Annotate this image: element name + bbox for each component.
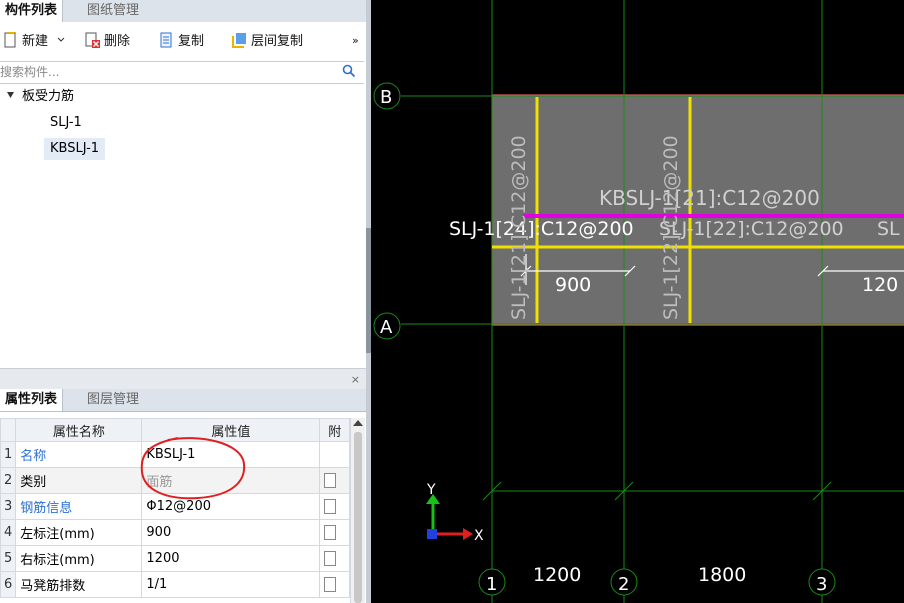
left-panel: 构件列表 图纸管理 新建 删除 复制 层间复制 » 板受力筋 SLJ-1 KBS… bbox=[0, 0, 366, 603]
property-name: 名称 bbox=[15, 441, 143, 468]
property-attach bbox=[319, 467, 350, 494]
axis-label-1: 1 bbox=[486, 574, 497, 595]
slab-region[interactable] bbox=[492, 95, 904, 325]
search-input[interactable] bbox=[0, 62, 330, 82]
attach-checkbox[interactable] bbox=[324, 499, 337, 514]
rebar-label-vertical-mid[interactable]: SLJ-1[22]:C12@200 bbox=[660, 135, 682, 320]
tab-layer-management[interactable]: 图层管理 bbox=[82, 389, 144, 411]
row-number: 5 bbox=[0, 545, 17, 572]
row-number: 3 bbox=[0, 493, 17, 520]
column-header-name: 属性名称 bbox=[15, 418, 143, 442]
panel-splitter[interactable]: × bbox=[0, 368, 366, 389]
row-number: 6 bbox=[0, 571, 17, 598]
property-value[interactable]: 900 bbox=[141, 519, 321, 546]
dim-label-1200-right: 120 bbox=[862, 274, 898, 296]
row-number: 2 bbox=[0, 467, 17, 494]
tree-item-slj[interactable]: SLJ-1 bbox=[44, 112, 88, 134]
tab-component-list[interactable]: 构件列表 bbox=[0, 0, 64, 22]
property-value[interactable]: 1200 bbox=[141, 545, 321, 572]
collapse-triangle-icon[interactable] bbox=[6, 90, 16, 100]
copy-label: 复制 bbox=[178, 34, 205, 49]
chevron-down-icon[interactable] bbox=[56, 35, 66, 45]
tree-item-kbslj[interactable]: KBSLJ-1 bbox=[44, 138, 106, 160]
property-name: 钢筋信息 bbox=[15, 493, 143, 520]
attach-checkbox[interactable] bbox=[324, 525, 337, 540]
property-value[interactable]: 1/1 bbox=[141, 571, 321, 598]
property-name: 左标注(mm) bbox=[15, 519, 143, 546]
axis-label-a: A bbox=[380, 317, 393, 338]
row-number: 4 bbox=[0, 519, 17, 546]
attach-checkbox[interactable] bbox=[324, 473, 337, 488]
table-row: 4 左标注(mm) 900 bbox=[0, 519, 350, 546]
component-tabbar: 构件列表 图纸管理 bbox=[0, 0, 366, 23]
tree-node-root[interactable]: 板受力筋 bbox=[6, 86, 74, 108]
property-name: 类别 bbox=[15, 467, 143, 494]
cad-canvas[interactable]: KBSLJ-1[21]:C12@200 SLJ-1[24]:C12@200 SL… bbox=[371, 0, 904, 603]
rebar-label-vertical-left[interactable]: SLJ-1[21]:C12@200 bbox=[508, 135, 530, 320]
property-name: 马凳筋排数 bbox=[15, 571, 143, 598]
new-button[interactable]: 新建 bbox=[2, 32, 66, 50]
dim-label-900: 900 bbox=[555, 274, 591, 296]
dim-label-1800: 1800 bbox=[698, 564, 746, 586]
property-attach bbox=[319, 571, 350, 598]
ucs-x-label: X bbox=[474, 528, 484, 544]
column-header-attach: 附 bbox=[319, 418, 350, 442]
attach-checkbox[interactable] bbox=[324, 551, 337, 566]
property-scrollbar[interactable] bbox=[350, 418, 365, 603]
axis-label-2: 2 bbox=[618, 574, 629, 595]
ucs-icon bbox=[426, 494, 473, 540]
delete-icon bbox=[85, 32, 100, 48]
close-icon[interactable]: × bbox=[351, 373, 360, 386]
property-attach bbox=[319, 519, 350, 546]
table-row: 6 马凳筋排数 1/1 bbox=[0, 571, 350, 598]
delete-button[interactable]: 删除 bbox=[84, 32, 130, 50]
scroll-up-icon[interactable] bbox=[353, 420, 363, 426]
property-attach bbox=[319, 441, 350, 468]
copy-button[interactable]: 复制 bbox=[158, 32, 204, 50]
copy-icon bbox=[160, 32, 172, 48]
tab-property-list[interactable]: 属性列表 bbox=[0, 389, 64, 411]
new-label: 新建 bbox=[22, 34, 49, 49]
property-name: 右标注(mm) bbox=[15, 545, 143, 572]
ucs-y-label: Y bbox=[426, 482, 436, 498]
rebar-label-kbslj[interactable]: KBSLJ-1[21]:C12@200 bbox=[599, 186, 820, 210]
rebar-label-slj-right[interactable]: SL bbox=[877, 218, 900, 240]
new-icon bbox=[4, 32, 16, 48]
component-search bbox=[0, 61, 364, 84]
cad-drawing[interactable]: KBSLJ-1[21]:C12@200 SLJ-1[24]:C12@200 SL… bbox=[371, 0, 904, 603]
attach-checkbox[interactable] bbox=[324, 577, 337, 592]
axis-label-b: B bbox=[380, 87, 392, 108]
property-tabbar: 属性列表 图层管理 bbox=[0, 389, 366, 412]
more-icon[interactable]: » bbox=[352, 32, 359, 50]
red-annotation-circle bbox=[140, 437, 246, 500]
property-attach bbox=[319, 493, 350, 520]
tree-root-label: 板受力筋 bbox=[22, 89, 75, 104]
search-icon[interactable] bbox=[342, 64, 356, 78]
table-row: 5 右标注(mm) 1200 bbox=[0, 545, 350, 572]
row-number-header bbox=[0, 418, 17, 442]
scrollbar-thumb[interactable] bbox=[354, 432, 362, 603]
rebar-label-slj-mid[interactable]: SLJ-1[22]:C12@200 bbox=[659, 218, 844, 240]
property-attach bbox=[319, 545, 350, 572]
floor-copy-icon bbox=[232, 33, 246, 48]
tab-drawing-management[interactable]: 图纸管理 bbox=[82, 0, 144, 22]
axis-label-3: 3 bbox=[816, 574, 827, 595]
row-number: 1 bbox=[0, 441, 17, 468]
delete-label: 删除 bbox=[104, 34, 131, 49]
rebar-label-slj-left[interactable]: SLJ-1[24]:C12@200 bbox=[449, 218, 634, 240]
component-toolbar: 新建 删除 复制 层间复制 » bbox=[0, 22, 366, 60]
floor-copy-label: 层间复制 bbox=[251, 34, 304, 49]
dim-label-1200: 1200 bbox=[533, 564, 581, 586]
floor-copy-button[interactable]: 层间复制 bbox=[231, 32, 303, 50]
